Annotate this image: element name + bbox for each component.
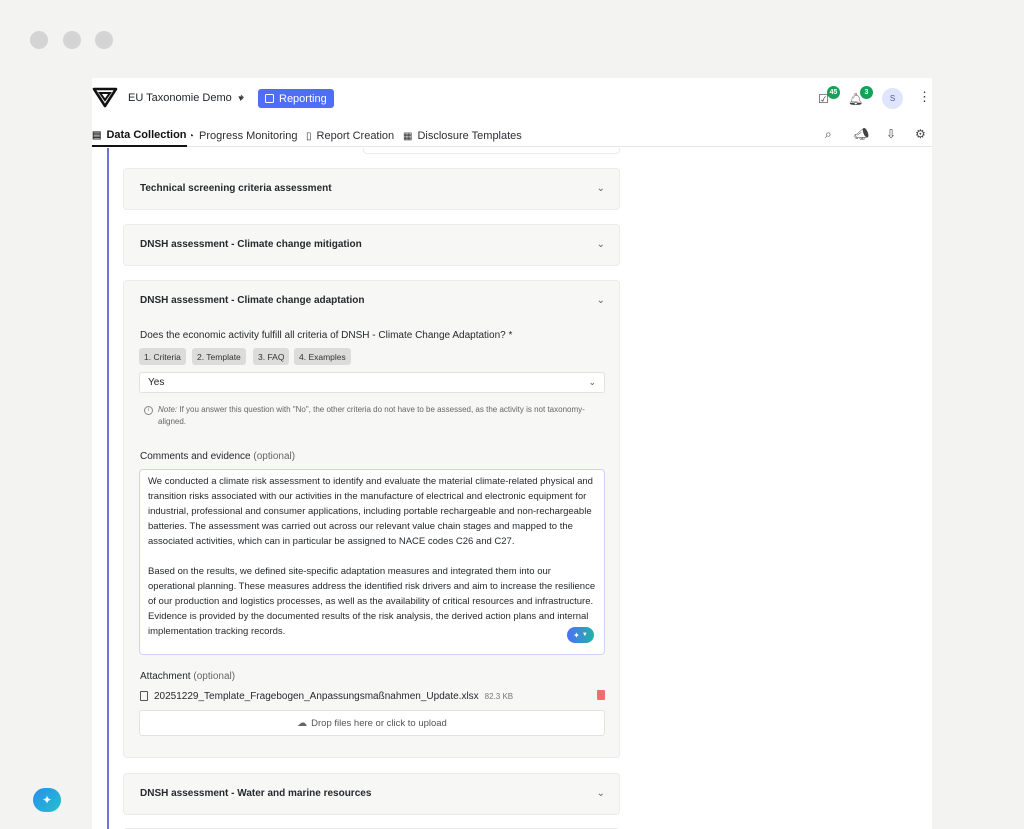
comments-label: Comments and evidence (optional) [140, 451, 296, 462]
gear-icon[interactable]: ⚙ [915, 127, 926, 141]
optional-tag: (optional) [253, 451, 296, 462]
attachment-file-row: 20251229_Template_Fragebogen_Anpassungsm… [140, 689, 605, 703]
reporting-module-button[interactable]: Reporting [258, 89, 334, 108]
export-icon[interactable]: ⇩ [886, 127, 896, 141]
window-minimize-dot[interactable] [63, 31, 81, 49]
section-title: DNSH assessment - Climate change mitigat… [140, 239, 362, 250]
info-icon: i [144, 406, 153, 415]
tasks-badge: 45 [827, 86, 840, 99]
file-size: 82.3 KB [484, 691, 514, 701]
comment-paragraph-1: We conducted a climate risk assessment t… [148, 476, 593, 547]
tab-progress-monitoring[interactable]: ◔ Progress Monitoring [188, 125, 297, 147]
chevron-down-icon[interactable]: ⌄ [597, 788, 605, 799]
ai-assistant-fab[interactable]: ✦ [33, 788, 61, 812]
tab-label: Disclosure Templates [417, 130, 522, 142]
answer-value: Yes [148, 377, 165, 388]
megaphone-icon[interactable]: 📣︎ [854, 127, 869, 141]
top-bar: EU Taxonomie Demo ▼ › Reporting ☑ 45 🔔︎ … [92, 78, 932, 120]
window-close-dot[interactable] [30, 31, 48, 49]
section-title: DNSH assessment - Water and marine resou… [140, 788, 372, 799]
dropzone-text: Drop files here or click to upload [311, 717, 447, 729]
tab-disclosure-templates[interactable]: ▦ Disclosure Templates [403, 125, 522, 147]
info-note: i Note: If you answer this question with… [144, 404, 594, 428]
window-chrome [0, 0, 1024, 78]
clipboard-icon: ▤ [92, 129, 102, 141]
tab-report-creation[interactable]: ▯ Report Creation [306, 125, 394, 147]
report-icon [265, 94, 274, 103]
chip-examples[interactable]: 4. Examples [294, 348, 351, 365]
app-window: EU Taxonomie Demo ▼ › Reporting ☑ 45 🔔︎ … [92, 78, 932, 829]
tab-label: Report Creation [316, 130, 395, 142]
section-dnsh-adaptation: DNSH assessment - Climate change adaptat… [123, 280, 620, 758]
comments-textarea[interactable]: We conducted a climate risk assessment t… [139, 469, 605, 655]
module-label: Reporting [279, 92, 327, 105]
chip-template[interactable]: 2. Template [192, 348, 246, 365]
sparkle-icon: ✦ [573, 630, 580, 640]
previous-field-stub [363, 148, 620, 154]
document-icon: ▯ [306, 130, 312, 142]
section-title: DNSH assessment - Climate change adaptat… [140, 295, 365, 306]
chevron-down-icon[interactable]: ⌄ [597, 239, 605, 250]
chevron-down-icon: ⌄ [588, 377, 596, 387]
caret-down-icon: ▼ [581, 632, 588, 638]
tab-data-collection[interactable]: ▤ Data Collection [92, 125, 187, 147]
workspace-name: EU Taxonomie Demo [128, 92, 232, 104]
attachment-label: Attachment (optional) [140, 671, 236, 682]
more-options-icon[interactable]: ⋮ [918, 90, 931, 103]
table-icon: ▦ [403, 130, 413, 142]
tab-label: Progress Monitoring [199, 130, 298, 142]
question-text: Does the economic activity fulfill all c… [140, 330, 513, 341]
chevron-down-icon[interactable]: ⌄ [597, 183, 605, 194]
optional-tag: (optional) [193, 671, 236, 682]
user-avatar[interactable]: S [882, 88, 903, 109]
note-text: If you answer this question with "No", t… [158, 405, 585, 426]
search-icon[interactable]: ⌕ [825, 127, 832, 142]
main-content: Technical screening criteria assessment … [92, 148, 932, 829]
chevron-right-icon: › [240, 89, 245, 104]
section-dnsh-water[interactable]: DNSH assessment - Water and marine resou… [123, 773, 620, 815]
gauge-icon: ◔ [188, 130, 195, 142]
file-icon [140, 691, 148, 701]
sparkle-icon: ✦ [41, 793, 53, 807]
cloud-upload-icon: ☁ [297, 717, 308, 729]
section-title: Technical screening criteria assessment [140, 183, 332, 194]
ai-assist-button[interactable]: ✦ ▼ [567, 627, 594, 643]
trash-icon[interactable] [597, 690, 605, 700]
tab-label: Data Collection [106, 129, 187, 141]
notifications-badge: 3 [860, 86, 873, 99]
workspace-selector[interactable]: EU Taxonomie Demo ▼ [128, 92, 245, 104]
comment-paragraph-2: Based on the results, we defined site-sp… [148, 566, 596, 637]
section-technical-screening[interactable]: Technical screening criteria assessment … [123, 168, 620, 210]
answer-select[interactable]: Yes ⌄ [139, 372, 605, 393]
chip-faq[interactable]: 3. FAQ [253, 348, 290, 365]
progress-rail [107, 148, 109, 829]
section-dnsh-mitigation[interactable]: DNSH assessment - Climate change mitigat… [123, 224, 620, 266]
avatar-initial: S [889, 94, 896, 103]
chevron-up-icon[interactable]: ⌄ [597, 295, 605, 306]
file-name[interactable]: 20251229_Template_Fragebogen_Anpassungsm… [154, 691, 479, 702]
file-dropzone[interactable]: ☁ Drop files here or click to upload [139, 710, 605, 736]
chip-criteria[interactable]: 1. Criteria [139, 348, 186, 365]
tab-navigation: ▤ Data Collection ◔ Progress Monitoring … [92, 120, 932, 147]
note-label: Note: [158, 405, 178, 414]
window-maximize-dot[interactable] [95, 31, 113, 49]
brand-logo-icon[interactable] [92, 86, 118, 108]
